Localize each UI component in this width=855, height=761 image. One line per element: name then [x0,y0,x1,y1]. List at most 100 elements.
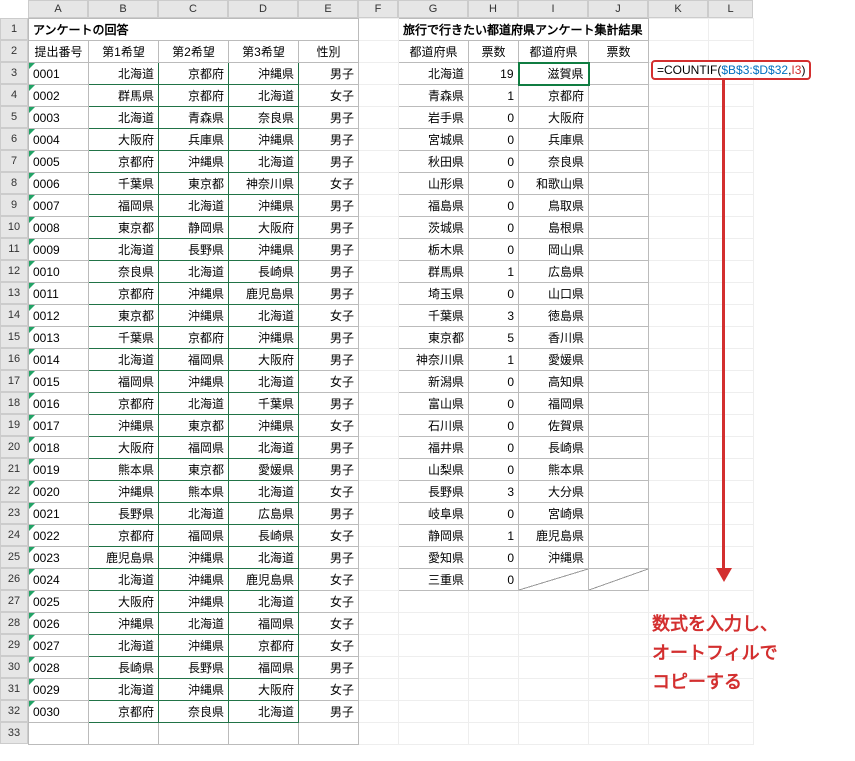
cell-B8[interactable]: 千葉県 [89,173,159,195]
cell-A28[interactable]: 0026 [29,613,89,635]
row-header-14[interactable]: 14 [0,304,28,326]
cell-I16[interactable]: 愛媛県 [519,349,589,371]
cell-B15[interactable]: 千葉県 [89,327,159,349]
cell-D13[interactable]: 鹿児島県 [229,283,299,305]
cell-B11[interactable]: 北海道 [89,239,159,261]
cell-J19[interactable] [589,415,649,437]
cell-F10[interactable] [359,217,399,239]
cell-J27[interactable] [589,591,649,613]
cell-H19[interactable]: 0 [469,415,519,437]
cell-F23[interactable] [359,503,399,525]
cell-H2[interactable]: 票数 [469,41,519,63]
cell-I5[interactable]: 大阪府 [519,107,589,129]
cell-A32[interactable]: 0030 [29,701,89,723]
cell-G12[interactable]: 群馬県 [399,261,469,283]
cell-L10[interactable] [709,217,754,239]
cell-A23[interactable]: 0021 [29,503,89,525]
cell-G14[interactable]: 千葉県 [399,305,469,327]
cell-G28[interactable] [399,613,469,635]
cells-table[interactable]: アンケートの回答旅行で行きたい都道府県アンケート集計結果提出番号第1希望第2希望… [28,18,754,745]
cell-I28[interactable] [519,613,589,635]
cell-L13[interactable] [709,283,754,305]
cell-H24[interactable]: 1 [469,525,519,547]
cell-H22[interactable]: 3 [469,481,519,503]
cell-H7[interactable]: 0 [469,151,519,173]
cell-H3[interactable]: 19 [469,63,519,85]
cell-A21[interactable]: 0019 [29,459,89,481]
cell-E2[interactable]: 性別 [299,41,359,63]
cell-J32[interactable] [589,701,649,723]
cell-H17[interactable]: 0 [469,371,519,393]
cell-K14[interactable] [649,305,709,327]
cell-E26[interactable]: 女子 [299,569,359,591]
cell-K25[interactable] [649,547,709,569]
cell-D33[interactable] [229,723,299,745]
col-header-K[interactable]: K [648,0,708,18]
cell-C10[interactable]: 静岡県 [159,217,229,239]
cell-D27[interactable]: 北海道 [229,591,299,613]
cell-C29[interactable]: 沖縄県 [159,635,229,657]
cell-C32[interactable]: 奈良県 [159,701,229,723]
cell-B32[interactable]: 京都府 [89,701,159,723]
cell-H32[interactable] [469,701,519,723]
row-header-27[interactable]: 27 [0,590,28,612]
col-header-A[interactable]: A [28,0,88,18]
cell-A20[interactable]: 0018 [29,437,89,459]
cell-H4[interactable]: 1 [469,85,519,107]
cell-L7[interactable] [709,151,754,173]
cell-L23[interactable] [709,503,754,525]
cell-B6[interactable]: 大阪府 [89,129,159,151]
cell-G3[interactable]: 北海道 [399,63,469,85]
cell-C9[interactable]: 北海道 [159,195,229,217]
cell-C27[interactable]: 沖縄県 [159,591,229,613]
col-header-C[interactable]: C [158,0,228,18]
cell-D14[interactable]: 北海道 [229,305,299,327]
cell-H10[interactable]: 0 [469,217,519,239]
cell-J17[interactable] [589,371,649,393]
cell-A29[interactable]: 0027 [29,635,89,657]
cell-G7[interactable]: 秋田県 [399,151,469,173]
cell-K16[interactable] [649,349,709,371]
cell-C25[interactable]: 沖縄県 [159,547,229,569]
cell-K24[interactable] [649,525,709,547]
cell-H13[interactable]: 0 [469,283,519,305]
cell-K26[interactable] [649,569,709,591]
cell-E22[interactable]: 女子 [299,481,359,503]
cell-C20[interactable]: 福岡県 [159,437,229,459]
row-header-26[interactable]: 26 [0,568,28,590]
cell-D30[interactable]: 福岡県 [229,657,299,679]
cell-J12[interactable] [589,261,649,283]
cell-G5[interactable]: 岩手県 [399,107,469,129]
cell-G27[interactable] [399,591,469,613]
cell-K8[interactable] [649,173,709,195]
cell-D12[interactable]: 長崎県 [229,261,299,283]
cell-L33[interactable] [709,723,754,745]
cell-D3[interactable]: 沖縄県 [229,63,299,85]
cell-K1[interactable] [649,19,709,41]
cell-D17[interactable]: 北海道 [229,371,299,393]
cell-F29[interactable] [359,635,399,657]
cell-C5[interactable]: 青森県 [159,107,229,129]
cell-F9[interactable] [359,195,399,217]
cell-A33[interactable] [29,723,89,745]
cell-L8[interactable] [709,173,754,195]
col-header-I[interactable]: I [518,0,588,18]
cell-G26[interactable]: 三重県 [399,569,469,591]
cell-I29[interactable] [519,635,589,657]
cell-A9[interactable]: 0007 [29,195,89,217]
cell-G18[interactable]: 富山県 [399,393,469,415]
cell-G21[interactable]: 山梨県 [399,459,469,481]
cell-E11[interactable]: 男子 [299,239,359,261]
cell-K17[interactable] [649,371,709,393]
cell-B2[interactable]: 第1希望 [89,41,159,63]
cell-A8[interactable]: 0006 [29,173,89,195]
cell-C14[interactable]: 沖縄県 [159,305,229,327]
cell-J28[interactable] [589,613,649,635]
cell-A24[interactable]: 0022 [29,525,89,547]
cell-E15[interactable]: 男子 [299,327,359,349]
cell-F31[interactable] [359,679,399,701]
cell-D32[interactable]: 北海道 [229,701,299,723]
cell-K13[interactable] [649,283,709,305]
cell-L14[interactable] [709,305,754,327]
cell-B4[interactable]: 群馬県 [89,85,159,107]
